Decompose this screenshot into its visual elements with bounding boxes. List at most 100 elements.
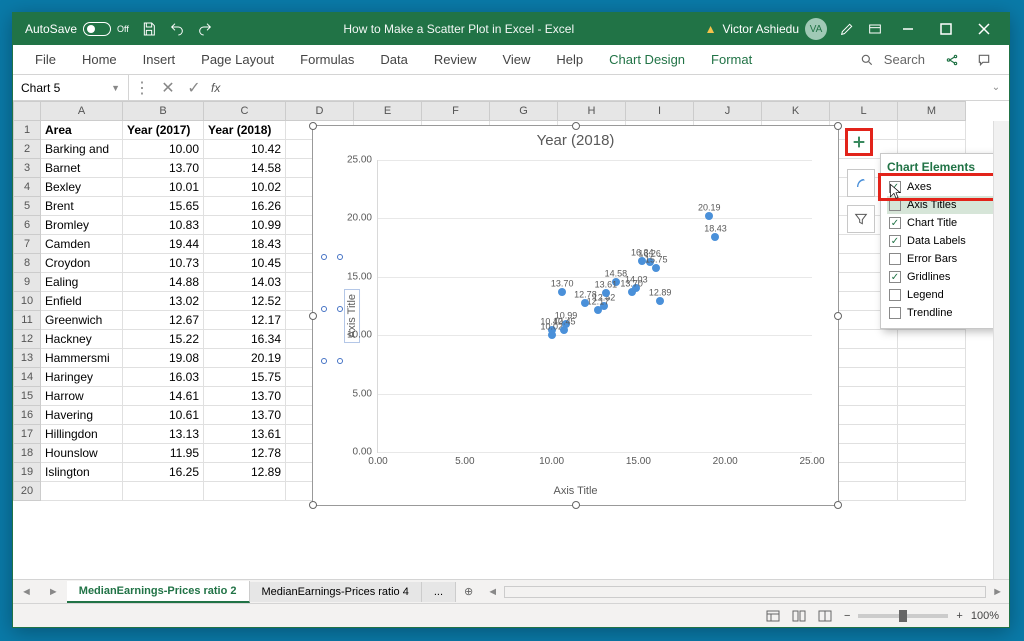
row-header-7[interactable]: 7 [13, 235, 41, 254]
cell[interactable] [898, 330, 966, 349]
cancel-formula-icon[interactable]: ✕ [155, 76, 181, 100]
tab-file[interactable]: File [23, 48, 68, 71]
cell-B14[interactable]: 16.03 [123, 368, 204, 387]
data-point[interactable] [711, 233, 719, 241]
scroll-right-icon[interactable]: ► [992, 586, 1003, 598]
tab-format[interactable]: Format [699, 48, 764, 71]
cell[interactable] [898, 406, 966, 425]
cell-C12[interactable]: 16.34 [204, 330, 286, 349]
tab-formulas[interactable]: Formulas [288, 48, 366, 71]
cell[interactable] [898, 387, 966, 406]
cell-C5[interactable]: 16.26 [204, 197, 286, 216]
row-header-17[interactable]: 17 [13, 425, 41, 444]
cell[interactable] [898, 482, 966, 501]
cell[interactable] [898, 425, 966, 444]
save-icon[interactable] [135, 15, 163, 43]
data-point[interactable] [652, 264, 660, 272]
cell[interactable] [41, 482, 123, 501]
col-header-F[interactable]: F [422, 101, 490, 121]
data-point[interactable] [628, 288, 636, 296]
cell-B19[interactable]: 16.25 [123, 463, 204, 482]
chart-element-gridlines[interactable]: ✓Gridlines [887, 268, 999, 286]
cell-C1[interactable]: Year (2018) [204, 121, 286, 140]
chart-handle[interactable] [309, 501, 317, 509]
col-header-H[interactable]: H [558, 101, 626, 121]
row-header-4[interactable]: 4 [13, 178, 41, 197]
col-header-J[interactable]: J [694, 101, 762, 121]
cell[interactable] [830, 463, 898, 482]
cell[interactable] [898, 444, 966, 463]
cell-A13[interactable]: Hammersmi [41, 349, 123, 368]
cell[interactable] [830, 330, 898, 349]
cell-A6[interactable]: Bromley [41, 216, 123, 235]
chart-handle[interactable] [834, 122, 842, 130]
zoom-out-button[interactable]: − [840, 610, 854, 622]
axis-title-handle[interactable] [321, 254, 327, 260]
cell[interactable] [898, 463, 966, 482]
comments-icon[interactable] [969, 48, 999, 72]
row-header-13[interactable]: 13 [13, 349, 41, 368]
tab-data[interactable]: Data [368, 48, 419, 71]
x-axis-title[interactable]: Axis Title [553, 485, 597, 497]
axis-title-handle[interactable] [321, 306, 327, 312]
tab-view[interactable]: View [490, 48, 542, 71]
cell-A17[interactable]: Hillingdon [41, 425, 123, 444]
undo-icon[interactable] [163, 15, 191, 43]
chart-handle[interactable] [834, 501, 842, 509]
autosave-toggle[interactable]: AutoSave Off [19, 22, 135, 36]
col-header-D[interactable]: D [286, 101, 354, 121]
tab-help[interactable]: Help [544, 48, 595, 71]
cell-B10[interactable]: 13.02 [123, 292, 204, 311]
col-header-K[interactable]: K [762, 101, 830, 121]
user-account[interactable]: ▲ Victor Ashiedu VA [699, 18, 833, 40]
cell-B12[interactable]: 15.22 [123, 330, 204, 349]
chart-element-trendline[interactable]: Trendline [887, 304, 999, 322]
row-header-18[interactable]: 18 [13, 444, 41, 463]
row-header-11[interactable]: 11 [13, 311, 41, 330]
cell-B5[interactable]: 15.65 [123, 197, 204, 216]
col-header-C[interactable]: C [204, 101, 286, 121]
cell[interactable] [830, 482, 898, 501]
cell[interactable] [898, 368, 966, 387]
data-point[interactable] [705, 212, 713, 220]
cell-C13[interactable]: 20.19 [204, 349, 286, 368]
col-header-I[interactable]: I [626, 101, 694, 121]
col-header-L[interactable]: L [830, 101, 898, 121]
cell-C9[interactable]: 14.03 [204, 273, 286, 292]
cell-A2[interactable]: Barking and [41, 140, 123, 159]
search-icon[interactable] [852, 48, 882, 72]
axis-title-handle[interactable] [337, 306, 343, 312]
chart-element-chart-title[interactable]: ✓Chart Title [887, 214, 999, 232]
col-header-A[interactable]: A [41, 101, 123, 121]
cell-A14[interactable]: Haringey [41, 368, 123, 387]
row-header-6[interactable]: 6 [13, 216, 41, 235]
maximize-button[interactable] [927, 15, 965, 43]
cell-B8[interactable]: 10.73 [123, 254, 204, 273]
data-point[interactable] [548, 331, 556, 339]
quick-edit-icon[interactable] [833, 15, 861, 43]
cell-B6[interactable]: 10.83 [123, 216, 204, 235]
cell-A9[interactable]: Ealing [41, 273, 123, 292]
cell-B17[interactable]: 13.13 [123, 425, 204, 444]
cell-C7[interactable]: 18.43 [204, 235, 286, 254]
cell-B18[interactable]: 11.95 [123, 444, 204, 463]
tab-page-layout[interactable]: Page Layout [189, 48, 286, 71]
chart-elements-button[interactable] [845, 128, 873, 156]
minimize-button[interactable] [889, 15, 927, 43]
chart-element-legend[interactable]: Legend [887, 286, 999, 304]
cell[interactable] [830, 349, 898, 368]
tab-home[interactable]: Home [70, 48, 129, 71]
axis-title-handle[interactable] [337, 358, 343, 364]
cell-B2[interactable]: 10.00 [123, 140, 204, 159]
cell[interactable] [830, 368, 898, 387]
axis-title-handle[interactable] [321, 358, 327, 364]
cell[interactable] [898, 121, 966, 140]
cell-B16[interactable]: 10.61 [123, 406, 204, 425]
cell-A4[interactable]: Bexley [41, 178, 123, 197]
cell-B3[interactable]: 13.70 [123, 159, 204, 178]
cell-C18[interactable]: 12.78 [204, 444, 286, 463]
cell-B7[interactable]: 19.44 [123, 235, 204, 254]
chart-element-axis-titles[interactable]: Axis Titles▸ [887, 196, 999, 214]
chart-styles-button[interactable] [847, 169, 875, 197]
row-header-20[interactable]: 20 [13, 482, 41, 501]
